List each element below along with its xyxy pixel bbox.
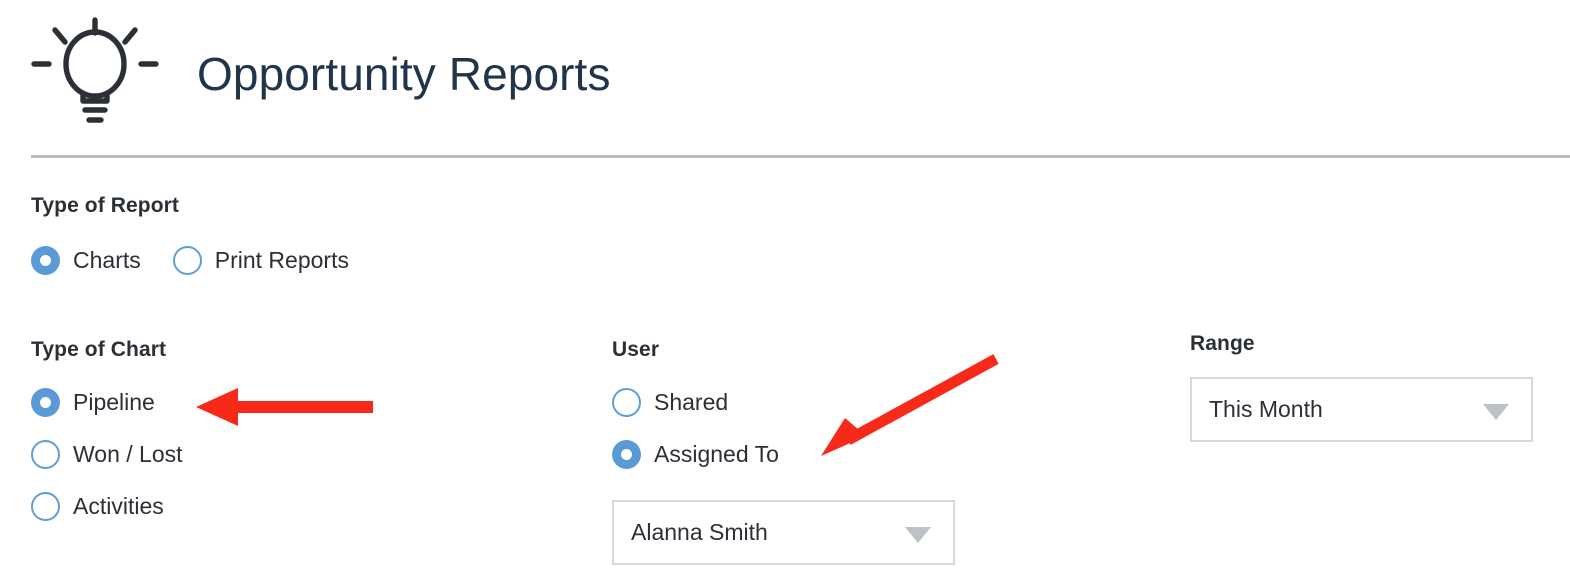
user-heading: User [612, 338, 660, 361]
chevron-down-icon[interactable] [1483, 403, 1509, 420]
radio-print-reports-indicator[interactable] [172, 246, 202, 275]
radio-assigned-to[interactable]: Assigned To [612, 440, 955, 469]
radio-activities-indicator[interactable] [31, 492, 60, 521]
range-select-value: This Month [1209, 396, 1323, 422]
radio-won-lost[interactable]: Won / Lost [31, 440, 183, 469]
chevron-down-icon[interactable] [905, 526, 931, 543]
radio-shared-label: Shared [654, 389, 729, 415]
user-select[interactable]: Alanna Smith [612, 500, 955, 565]
radio-print-reports[interactable]: Print Reports [172, 246, 349, 275]
radio-shared[interactable]: Shared [612, 388, 955, 417]
radio-charts-label: Charts [73, 247, 141, 273]
radio-assigned-to-label: Assigned To [654, 441, 779, 467]
type-of-chart-group: Type of Chart Pipeline Won / Lost Activi… [31, 338, 183, 521]
user-options: Shared Assigned To [612, 388, 955, 469]
radio-won-lost-label: Won / Lost [73, 441, 183, 467]
radio-activities[interactable]: Activities [31, 492, 183, 521]
type-of-report-group: Type of Report Charts Print Reports [31, 194, 349, 275]
radio-print-reports-label: Print Reports [214, 247, 349, 273]
radio-charts-indicator[interactable] [31, 246, 60, 275]
radio-pipeline-indicator[interactable] [31, 388, 60, 417]
radio-pipeline-label: Pipeline [73, 389, 155, 415]
type-of-chart-options: Pipeline Won / Lost Activities [31, 388, 183, 521]
radio-charts[interactable]: Charts [31, 246, 141, 275]
radio-won-lost-indicator[interactable] [31, 440, 60, 469]
user-select-value: Alanna Smith [631, 519, 768, 545]
page-header: Opportunity Reports [31, 14, 611, 134]
type-of-report-heading: Type of Report [31, 194, 180, 217]
range-heading: Range [1190, 332, 1255, 355]
type-of-chart-heading: Type of Chart [31, 338, 167, 361]
opportunity-reports-page: Opportunity Reports Type of Report Chart… [0, 0, 1570, 586]
header-divider [31, 155, 1570, 158]
type-of-report-options: Charts Print Reports [31, 246, 349, 275]
range-select[interactable]: This Month [1190, 377, 1533, 442]
radio-activities-label: Activities [73, 493, 164, 519]
radio-shared-indicator[interactable] [612, 388, 641, 417]
radio-pipeline[interactable]: Pipeline [31, 388, 183, 417]
radio-assigned-to-indicator[interactable] [612, 440, 641, 469]
range-group: Range This Month [1190, 332, 1533, 442]
page-title: Opportunity Reports [197, 48, 611, 100]
user-group: User Shared Assigned To Alanna Smith [612, 338, 955, 565]
lightbulb-icon [31, 17, 159, 123]
arrow-to-pipeline-icon [196, 388, 373, 426]
